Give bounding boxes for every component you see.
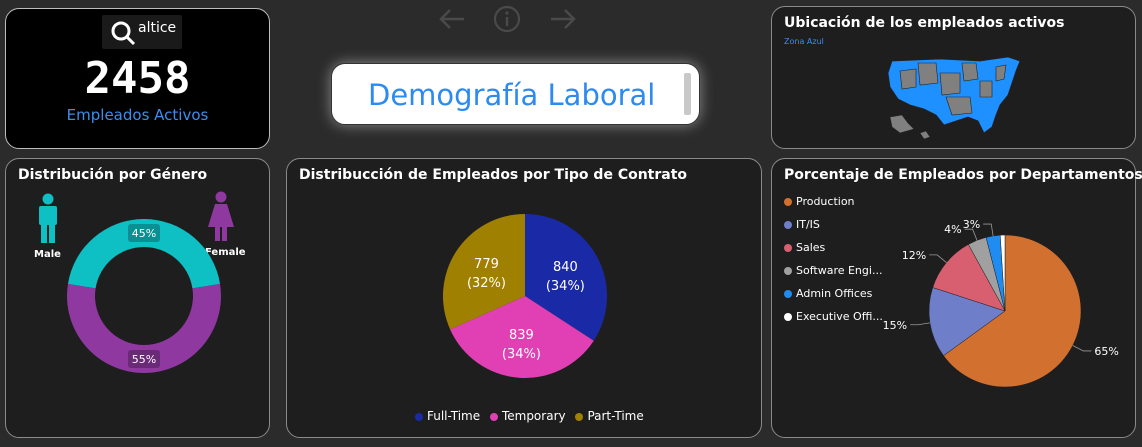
map-card: Ubicación de los empleados activos Zona … (771, 6, 1136, 149)
us-map[interactable] (880, 53, 1030, 143)
contract-legend: Full-Time Temporary Part-Time (415, 409, 650, 423)
legend-item-part-time[interactable]: Part-Time (575, 409, 644, 423)
leader-line (910, 322, 930, 326)
kpi-value: 2458 (84, 53, 191, 104)
data-value-part-time: 779 (474, 257, 499, 272)
data-label-female: 55% (132, 353, 156, 366)
data-label-software-engi: 4% (944, 223, 961, 236)
contract-card: Distribucción de Empleados por Tipo de C… (286, 158, 762, 438)
leader-line (929, 254, 947, 263)
legend-item-temporary[interactable]: Temporary (489, 409, 566, 423)
legend-item-full-time[interactable]: Full-Time (415, 409, 480, 423)
map-subtitle: Zona Azul (784, 37, 824, 46)
gender-card: Distribución por Género Male Female 45% 5… (5, 158, 270, 438)
kpi-card: altice 2458 Empleados Activos (5, 8, 270, 149)
data-value-full-time: 840 (553, 260, 578, 275)
data-label-male: 45% (132, 227, 156, 240)
contract-pie-chart[interactable]: 840 (34%) 839 (34%) 779 (32%) (287, 159, 763, 439)
dept-pie-chart[interactable]: 65% 15% 12% 4% 3% (772, 159, 1137, 439)
logo-text: altice (138, 20, 177, 36)
data-label-production: 65% (1094, 345, 1118, 358)
arrow-right-icon[interactable] (547, 4, 579, 34)
gender-donut-chart[interactable]: 45% 55% (6, 159, 271, 439)
altice-logo-icon (111, 21, 136, 46)
leader-line (983, 223, 994, 236)
map-title: Ubicación de los empleados activos (784, 15, 1065, 31)
arrow-left-icon[interactable] (436, 4, 468, 34)
data-percent-full-time: (34%) (546, 279, 585, 294)
title-scrollbar[interactable] (684, 73, 691, 115)
page-title-box: Demografía Laboral (331, 63, 700, 125)
dept-card: Porcentaje de Empleados por Departamento… (771, 158, 1142, 439)
data-label-sales: 12% (902, 249, 926, 262)
data-label-it-is: 15% (883, 319, 907, 332)
data-percent-part-time: (32%) (467, 276, 506, 291)
kpi-label: Empleados Activos (66, 106, 209, 124)
leader-line (1072, 345, 1092, 352)
info-icon[interactable] (492, 4, 522, 34)
data-value-temporary: 839 (509, 328, 534, 343)
altice-logo: altice (102, 15, 182, 49)
data-percent-temporary: (34%) (502, 347, 541, 362)
page-title: Demografía Laboral (368, 78, 656, 112)
data-label-admin-offices: 3% (963, 218, 980, 231)
